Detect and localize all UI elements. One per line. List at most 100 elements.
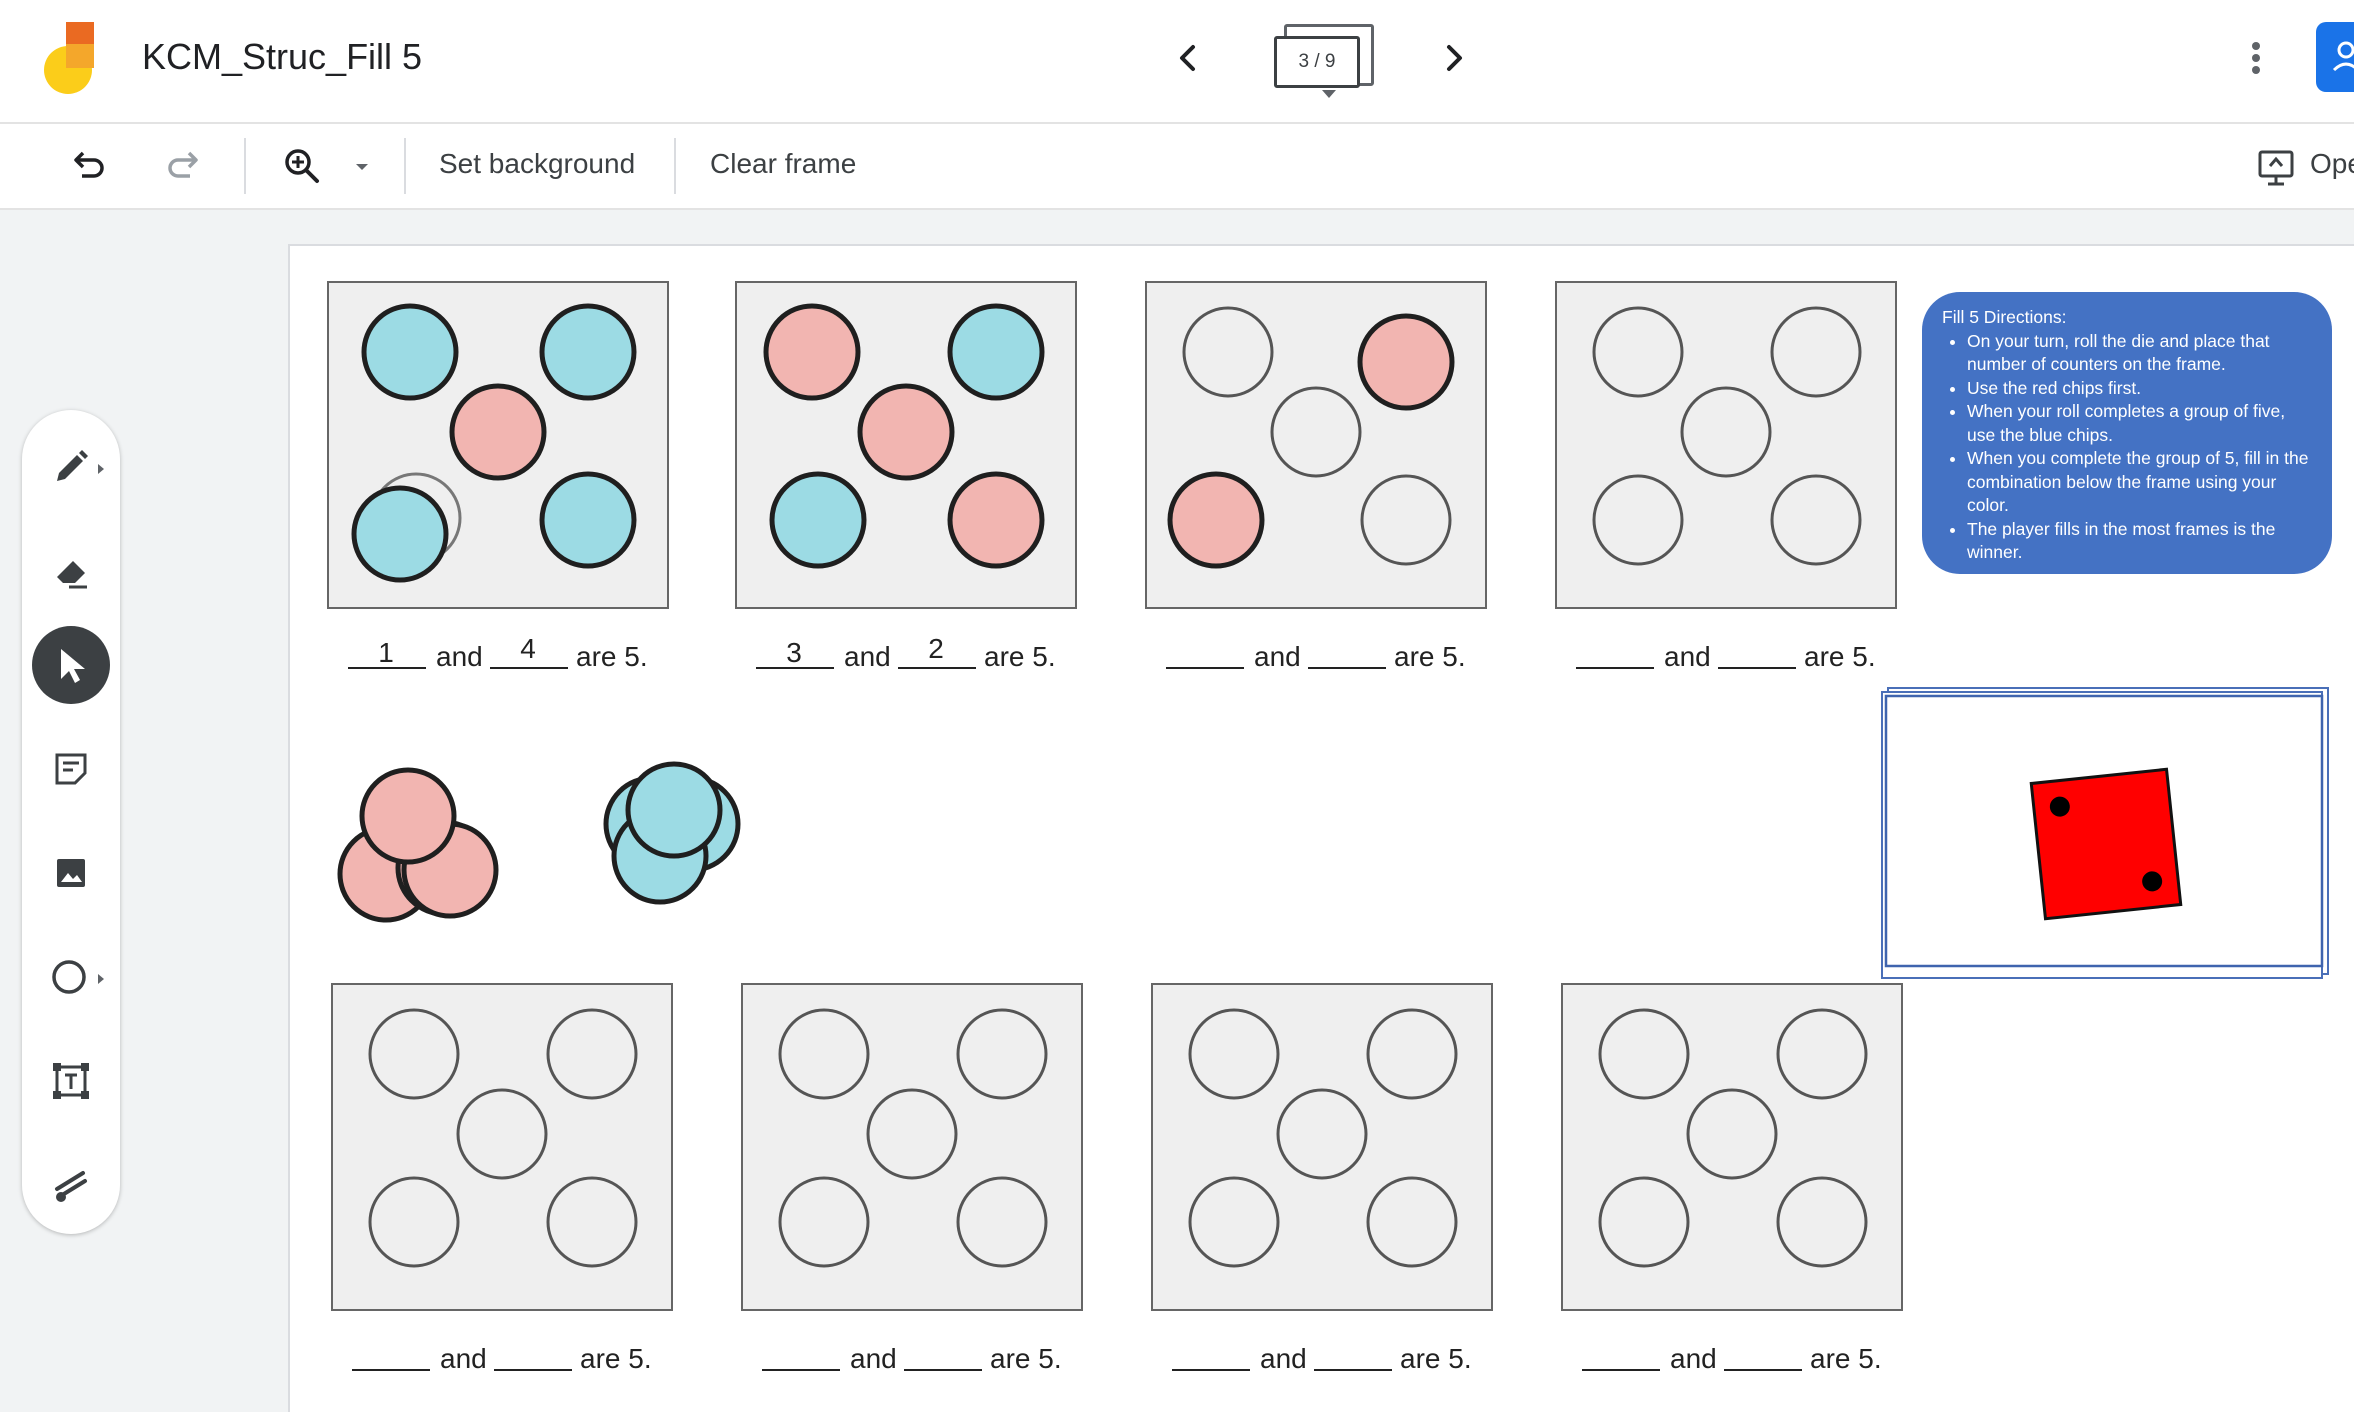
five-frame-box bbox=[1555, 281, 1897, 609]
handwritten-second-number: 4 bbox=[520, 633, 536, 664]
red-chip-pile[interactable] bbox=[337, 767, 499, 923]
die[interactable] bbox=[2029, 767, 2183, 921]
circle-icon bbox=[52, 960, 86, 994]
red-chip[interactable] bbox=[1167, 471, 1265, 569]
five-frame[interactable]: and are 5. 1 4 bbox=[327, 281, 669, 672]
frame-bar-toggle[interactable]: 3 / 9 bbox=[1272, 24, 1374, 98]
five-frame-box bbox=[331, 983, 673, 1311]
eraser-icon bbox=[57, 561, 87, 589]
submenu-arrow-icon bbox=[98, 464, 104, 474]
red-chip[interactable] bbox=[1357, 313, 1455, 411]
red-chip[interactable] bbox=[857, 383, 955, 481]
text-box-tool[interactable] bbox=[32, 1042, 110, 1120]
directions-heading: Fill 5 Directions: bbox=[1942, 307, 2067, 327]
image-icon bbox=[57, 859, 85, 887]
undo-icon bbox=[74, 151, 104, 178]
pen-tool[interactable] bbox=[32, 428, 110, 506]
zoom-in-icon bbox=[285, 149, 319, 183]
die-roller[interactable] bbox=[1881, 687, 2329, 979]
and-label: and bbox=[1664, 641, 1711, 672]
blue-chip[interactable] bbox=[361, 303, 459, 401]
are-five-label: are 5. bbox=[1810, 1343, 1882, 1374]
red-chip[interactable] bbox=[763, 303, 861, 401]
are-five-label: are 5. bbox=[1394, 641, 1466, 672]
select-tool[interactable] bbox=[32, 626, 110, 704]
editing-toolbar: Set background Clear frame Open bbox=[0, 124, 2354, 210]
five-frame[interactable]: and are 5. 3 2 bbox=[735, 281, 1077, 672]
five-frame[interactable]: and are 5. bbox=[1561, 983, 1903, 1374]
are-five-label: are 5. bbox=[1804, 641, 1876, 672]
zoom-button[interactable] bbox=[280, 144, 324, 188]
red-chip[interactable] bbox=[359, 767, 457, 865]
laser-icon bbox=[55, 1171, 87, 1202]
blue-chip[interactable] bbox=[539, 303, 637, 401]
handwritten-second-number: 2 bbox=[928, 633, 944, 664]
toolbar-divider bbox=[244, 138, 246, 194]
share-button[interactable] bbox=[2316, 22, 2354, 92]
handwritten-first-number: 3 bbox=[786, 637, 802, 668]
undo-button[interactable] bbox=[66, 144, 110, 188]
five-frame[interactable]: and are 5. bbox=[1145, 281, 1487, 672]
are-five-label: are 5. bbox=[990, 1343, 1062, 1374]
and-label: and bbox=[844, 641, 891, 672]
five-frame[interactable]: and are 5. bbox=[741, 983, 1083, 1374]
five-frame-box bbox=[741, 983, 1083, 1311]
clear-frame-button[interactable]: Clear frame bbox=[710, 148, 856, 180]
are-five-label: are 5. bbox=[984, 641, 1056, 672]
laser-tool[interactable] bbox=[32, 1146, 110, 1224]
and-label: and bbox=[1254, 641, 1301, 672]
eraser-tool[interactable] bbox=[32, 532, 110, 610]
blue-chip[interactable] bbox=[769, 471, 867, 569]
and-label: and bbox=[850, 1343, 897, 1374]
blue-chip[interactable] bbox=[539, 471, 637, 569]
blue-chip[interactable] bbox=[947, 303, 1045, 401]
previous-frame-button[interactable] bbox=[1162, 32, 1214, 84]
pen-icon bbox=[57, 450, 88, 481]
set-background-button[interactable]: Set background bbox=[439, 148, 635, 180]
caret-down-icon bbox=[1322, 90, 1336, 98]
person-add-icon bbox=[2332, 41, 2354, 72]
directions-text-box[interactable]: Fill 5 Directions: On your turn, roll th… bbox=[1922, 292, 2332, 574]
and-label: and bbox=[440, 1343, 487, 1374]
zoom-dropdown-button[interactable] bbox=[348, 144, 376, 188]
blue-chip[interactable] bbox=[351, 485, 449, 583]
toolbar-divider bbox=[674, 138, 676, 194]
sticky-note-tool[interactable] bbox=[32, 730, 110, 808]
directions-item: The player fills in the most frames is t… bbox=[1967, 518, 2314, 565]
chevron-left-icon bbox=[1180, 45, 1195, 71]
red-chip[interactable] bbox=[449, 383, 547, 481]
open-button[interactable]: Open bbox=[2254, 144, 2354, 188]
text-box-icon bbox=[53, 1063, 89, 1099]
whiteboard-canvas[interactable]: and are 5. 1 4 and are 5. 3 2 and are 5. and are 5.… bbox=[288, 244, 2354, 1412]
handwritten-first-number: 1 bbox=[378, 637, 394, 668]
jamboard-logo-icon bbox=[42, 20, 98, 96]
shape-tool[interactable] bbox=[32, 938, 110, 1016]
five-frame[interactable]: and are 5. bbox=[1555, 281, 1897, 672]
directions-item: On your turn, roll the die and place tha… bbox=[1967, 330, 2314, 377]
are-five-label: are 5. bbox=[1400, 1343, 1472, 1374]
five-frame-box bbox=[1561, 983, 1903, 1311]
more-vert-icon bbox=[2252, 42, 2260, 74]
red-chip[interactable] bbox=[947, 471, 1045, 569]
more-options-button[interactable] bbox=[2236, 32, 2276, 84]
are-five-label: are 5. bbox=[576, 641, 648, 672]
cursor-arrow-icon bbox=[61, 649, 85, 683]
redo-button[interactable] bbox=[162, 144, 206, 188]
blue-chip-pile[interactable] bbox=[603, 761, 741, 905]
document-title[interactable]: KCM_Struc_Fill 5 bbox=[142, 36, 422, 78]
and-label: and bbox=[436, 641, 483, 672]
arrow-drop-down-icon bbox=[356, 164, 368, 170]
directions-item: Use the red chips first. bbox=[1967, 377, 2314, 401]
redo-icon bbox=[168, 151, 198, 178]
blue-chip[interactable] bbox=[625, 761, 723, 859]
die-face bbox=[2029, 767, 2183, 921]
top-app-bar: KCM_Struc_Fill 5 3 / 9 bbox=[0, 0, 2354, 124]
directions-item: When your roll completes a group of five… bbox=[1967, 400, 2314, 447]
image-tool[interactable] bbox=[32, 834, 110, 912]
submenu-arrow-icon bbox=[98, 974, 104, 984]
five-frame[interactable]: and are 5. bbox=[331, 983, 673, 1374]
next-frame-button[interactable] bbox=[1428, 32, 1480, 84]
five-frame[interactable]: and are 5. bbox=[1151, 983, 1493, 1374]
directions-item: When you complete the group of 5, fill i… bbox=[1967, 447, 2314, 518]
sticky-note-icon bbox=[55, 753, 87, 785]
